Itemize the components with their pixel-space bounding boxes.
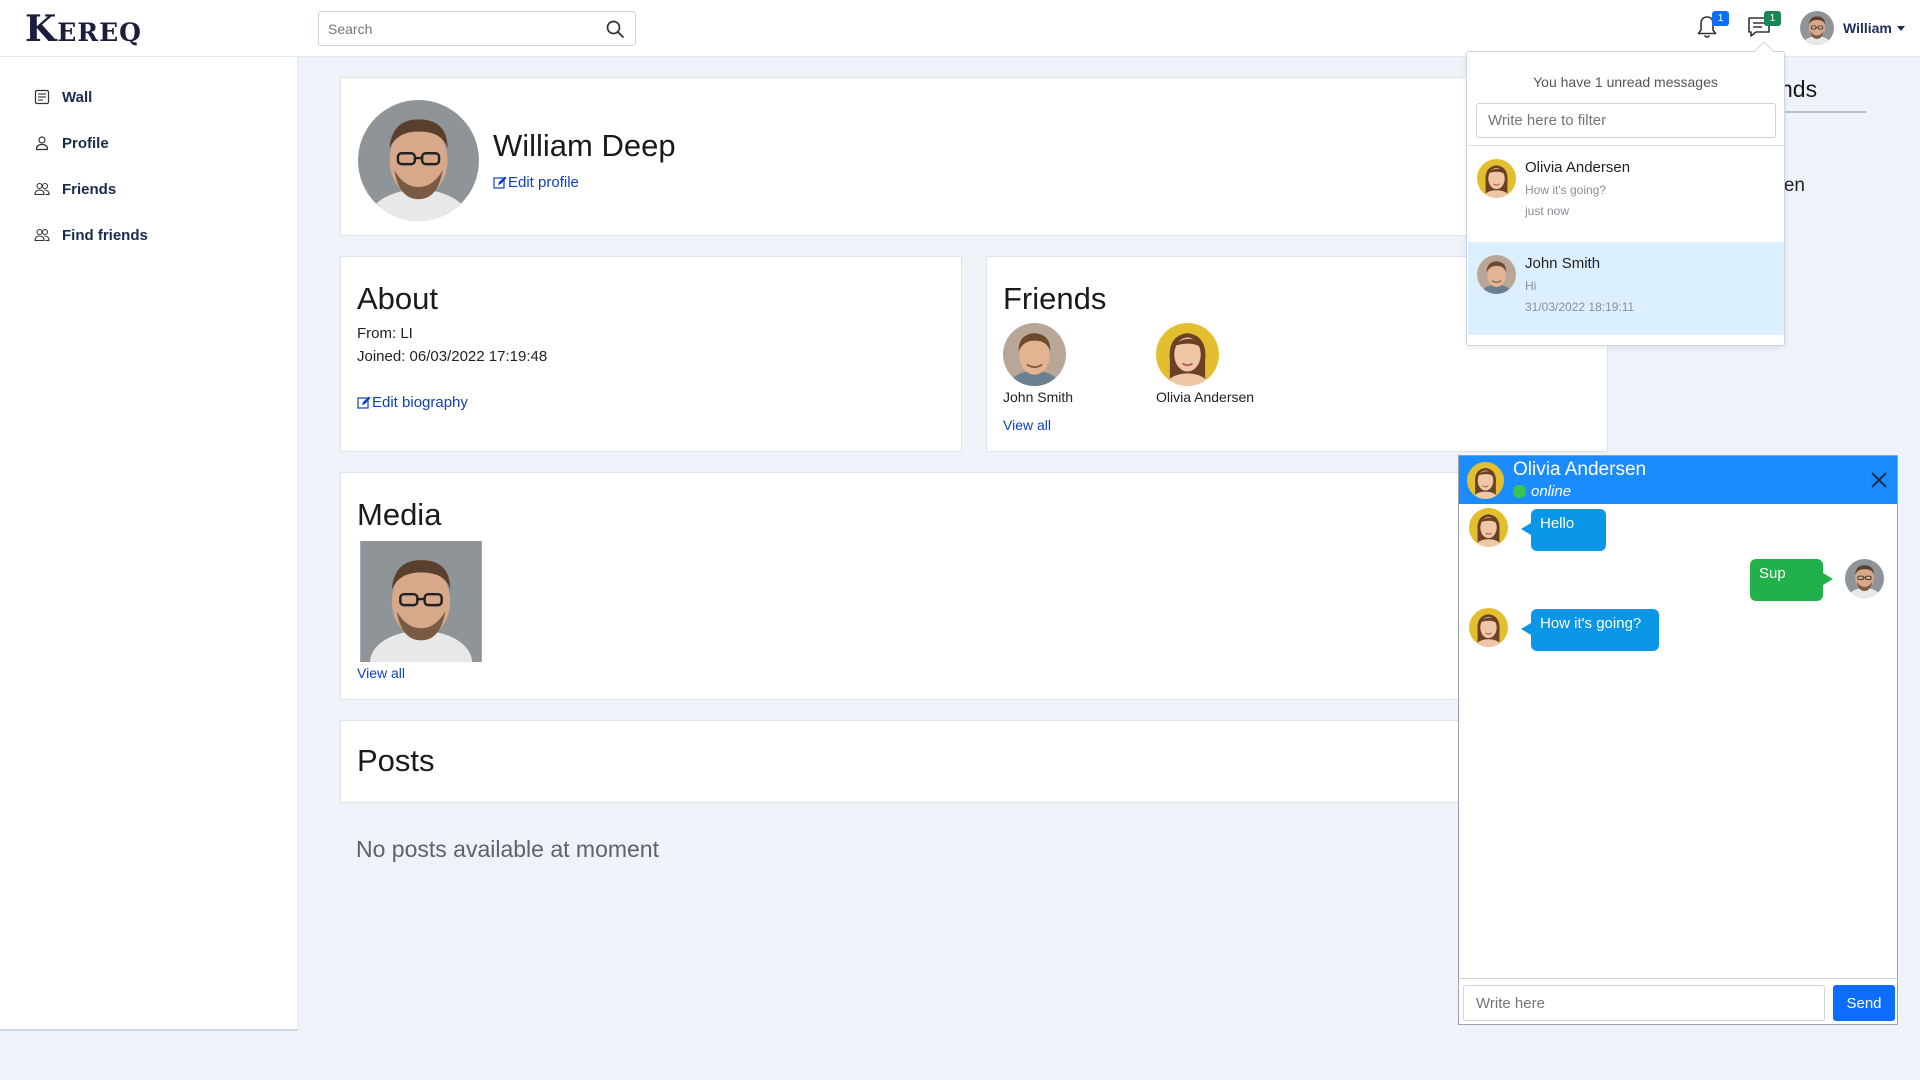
caret-down-icon <box>1896 25 1905 31</box>
about-from: From: LI <box>357 325 413 342</box>
messages-dropdown: You have 1 unread messages Olivia Anders… <box>1466 41 1785 346</box>
wall-icon <box>34 89 50 105</box>
notifications-count-badge: 1 <box>1712 11 1729 26</box>
unread-messages-header: You have 1 unread messages <box>1533 74 1718 90</box>
people-icon <box>34 182 50 196</box>
profile-header-card: William Deep Edit profile <box>340 77 1608 236</box>
chat-header: Olivia Andersen online <box>1459 456 1897 504</box>
profile-avatar[interactable] <box>358 100 479 221</box>
edit-biography-label: Edit biography <box>372 394 468 411</box>
message-sender: John Smith <box>1525 255 1601 272</box>
friend-item[interactable]: Olivia Andersen <box>1156 323 1316 405</box>
messages-count-badge: 1 <box>1764 11 1781 26</box>
message-item[interactable]: Olivia Andersen How it's going? just now <box>1468 146 1784 239</box>
right-panel-title: nds <box>1780 76 1818 102</box>
sidebar-item-find-friends[interactable]: Find friends <box>34 223 148 247</box>
search-input[interactable] <box>319 12 589 45</box>
message-sender: Olivia Andersen <box>1525 159 1631 176</box>
chat-status: online <box>1513 483 1571 500</box>
user-name: William <box>1843 20 1892 36</box>
media-title: Media <box>357 497 442 532</box>
friend-avatar <box>1156 323 1219 386</box>
user-menu-toggle[interactable]: William <box>1800 11 1905 45</box>
send-button[interactable]: Send <box>1833 985 1895 1021</box>
edit-biography-link[interactable]: Edit biography <box>357 394 468 411</box>
about-title: About <box>357 281 439 316</box>
sidebar-item-friends[interactable]: Friends <box>34 177 116 201</box>
top-navbar: Kereq 1 1 William <box>0 0 1920 57</box>
sidebar: Wall Profile Friends Find friends <box>0 57 298 1031</box>
message-time: just now <box>1525 204 1570 218</box>
friend-item[interactable]: John Smith <box>1003 323 1143 405</box>
message-preview: Hi <box>1525 279 1537 293</box>
sidebar-item-wall[interactable]: Wall <box>34 85 92 109</box>
message-avatar <box>1477 159 1516 198</box>
sidebar-item-label: Friends <box>62 180 117 198</box>
posts-title: Posts <box>357 743 435 778</box>
chat-message-input[interactable] <box>1463 985 1825 1021</box>
friends-title: Friends <box>1003 281 1107 316</box>
messages-filter-input[interactable] <box>1476 103 1776 138</box>
chat-footer: Send <box>1459 978 1897 1024</box>
message-item[interactable]: John Smith Hi 31/03/2022 18:19:11 <box>1468 242 1784 335</box>
chat-message-avatar <box>1469 508 1508 547</box>
media-photo[interactable] <box>357 541 485 662</box>
chat-message-avatar <box>1469 608 1508 647</box>
sidebar-item-label: Wall <box>62 88 93 106</box>
chat-status-label: online <box>1531 483 1572 500</box>
chat-contact-name: Olivia Andersen <box>1513 459 1647 480</box>
chat-message-avatar <box>1845 559 1884 598</box>
media-card: Media View all <box>340 472 1608 700</box>
edit-profile-label: Edit profile <box>508 174 579 191</box>
friend-avatar <box>1003 323 1066 386</box>
media-view-all-link[interactable]: View all <box>357 665 405 681</box>
about-card: About From: LI Joined: 06/03/2022 17:19:… <box>340 256 962 452</box>
close-icon[interactable] <box>1867 468 1891 492</box>
person-icon <box>35 136 49 151</box>
notifications-button[interactable]: 1 <box>1694 11 1729 40</box>
edit-profile-link[interactable]: Edit profile <box>493 174 579 191</box>
app-logo[interactable]: Kereq <box>25 8 142 50</box>
search-box <box>318 11 636 46</box>
message-avatar <box>1477 255 1516 294</box>
sidebar-item-label: Find friends <box>62 226 148 244</box>
sidebar-item-profile[interactable]: Profile <box>34 131 109 155</box>
people-icon <box>34 228 50 242</box>
chat-message-incoming: How it's going? <box>1521 609 1659 651</box>
friend-name: John Smith <box>1003 389 1074 405</box>
message-preview: How it's going? <box>1525 183 1606 197</box>
message-time: 31/03/2022 18:19:11 <box>1525 300 1635 314</box>
online-status-dot <box>1513 485 1526 498</box>
chat-contact-avatar <box>1467 462 1504 499</box>
chat-window: Olivia Andersen online Hello Sup How it'… <box>1458 455 1898 1025</box>
posts-empty-message: No posts available at moment <box>356 836 659 862</box>
profile-name: William Deep <box>493 128 676 163</box>
chat-message-outgoing: Sup <box>1750 559 1833 601</box>
sidebar-item-label: Profile <box>62 134 109 152</box>
edit-icon <box>493 176 507 189</box>
chat-message-incoming: Hello <box>1521 509 1606 551</box>
user-avatar <box>1800 11 1834 45</box>
friends-view-all-link[interactable]: View all <box>1003 417 1051 433</box>
friend-name: Olivia Andersen <box>1156 389 1255 405</box>
messages-button[interactable]: 1 <box>1746 11 1781 40</box>
search-icon[interactable] <box>605 19 625 39</box>
posts-card: Posts <box>340 720 1608 803</box>
about-joined: Joined: 06/03/2022 17:19:48 <box>357 348 548 365</box>
edit-icon <box>357 396 371 409</box>
